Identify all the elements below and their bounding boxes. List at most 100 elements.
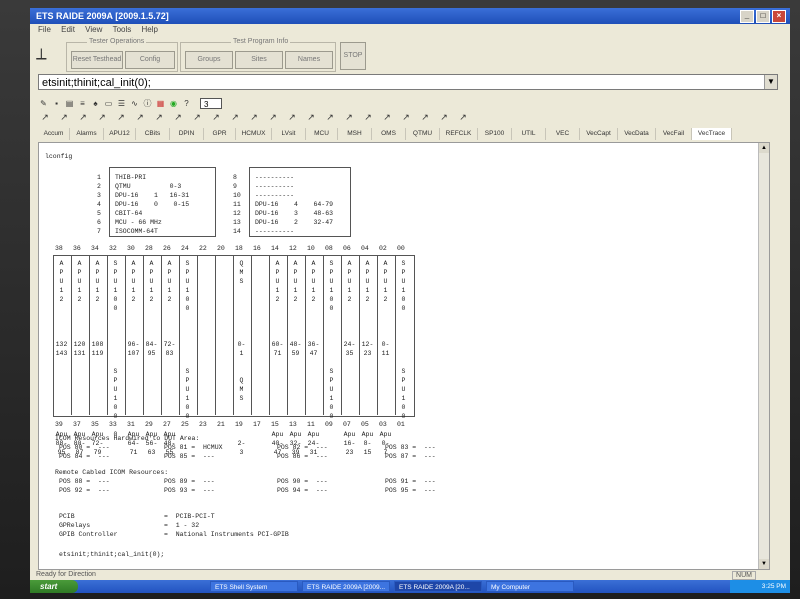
taskbar-item-raide-1[interactable]: ETS RAIDE 2009A [2009... xyxy=(302,581,390,592)
arrow-icon[interactable]: ↗ xyxy=(437,112,451,126)
folder-icon[interactable]: ▭ xyxy=(103,98,114,109)
taskbar-item-my-computer[interactable]: My Computer xyxy=(486,581,574,592)
maximize-button[interactable]: □ xyxy=(756,10,770,23)
arrow-icon[interactable]: ↗ xyxy=(95,112,109,126)
arrow-icon[interactable]: ↗ xyxy=(399,112,413,126)
taskbar: start ETS Shell System ETS RAIDE 2009A [… xyxy=(30,580,790,593)
bottom-position-number: 15 xyxy=(271,421,279,428)
groups-button[interactable]: Groups xyxy=(185,51,233,69)
tab-msh[interactable]: MSH xyxy=(338,128,372,140)
arrow-icon[interactable]: ↗ xyxy=(133,112,147,126)
monitor-bezel: ETS RAIDE 2009A [2009.1.5.72] _ □ × File… xyxy=(0,0,800,599)
arrow-icon[interactable]: ↗ xyxy=(209,112,223,126)
tab-vecfail[interactable]: VecFail xyxy=(656,128,692,140)
arrow-icon[interactable]: ↗ xyxy=(228,112,242,126)
top-position-number: 00 xyxy=(397,245,405,252)
site-select[interactable]: 3 xyxy=(200,97,222,109)
spade-icon[interactable]: ♠ xyxy=(90,98,101,109)
arrow-icon[interactable]: ↗ xyxy=(171,112,185,126)
title-bar: ETS RAIDE 2009A [2009.1.5.72] _ □ × xyxy=(30,8,790,24)
start-button[interactable]: start xyxy=(30,580,78,593)
tab-cbits[interactable]: CBits xyxy=(136,128,170,140)
tab-refclk[interactable]: REFCLK xyxy=(440,128,478,140)
menu-view[interactable]: View xyxy=(85,25,102,34)
tab-vec[interactable]: VEC xyxy=(546,128,580,140)
menu-file[interactable]: File xyxy=(38,25,51,34)
tab-accum[interactable]: Accum xyxy=(38,128,70,140)
slot-divider xyxy=(179,255,180,415)
tab-vectrace[interactable]: VecTrace xyxy=(692,128,732,140)
minimize-button[interactable]: _ xyxy=(740,10,754,23)
save-icon[interactable]: ▪ xyxy=(51,98,62,109)
pencil-icon[interactable]: ✎ xyxy=(38,98,49,109)
list-icon[interactable]: ☰ xyxy=(116,98,127,109)
stack-icon[interactable]: ≡ xyxy=(77,98,88,109)
app-logo-icon: ⟂ xyxy=(36,46,47,63)
arrow-icon[interactable]: ↗ xyxy=(266,112,280,126)
output-pane[interactable]: lconfig 1 2 3 4 5 6 7 THIB-PRI QTMU 0-3 … xyxy=(38,142,770,570)
tab-util[interactable]: UTIL xyxy=(512,128,546,140)
arrow-icon[interactable]: ↗ xyxy=(114,112,128,126)
config-button[interactable]: Config xyxy=(125,51,175,69)
tab-sp100[interactable]: SP100 xyxy=(478,128,512,140)
arrow-icon[interactable]: ↗ xyxy=(152,112,166,126)
bottom-position-number: 03 xyxy=(379,421,387,428)
taskbar-item-raide-2[interactable]: ETS RAIDE 2009A [20... xyxy=(394,581,482,592)
menu-tools[interactable]: Tools xyxy=(113,25,132,34)
vertical-scrollbar[interactable]: ▲ ▼ xyxy=(758,143,769,569)
arrow-icon[interactable]: ↗ xyxy=(304,112,318,126)
top-position-number: 36 xyxy=(73,245,81,252)
reset-testhead-button[interactable]: Reset Testhead xyxy=(71,51,123,69)
tab-oms[interactable]: OMS xyxy=(372,128,406,140)
tab-hcmux[interactable]: HCMUX xyxy=(236,128,272,140)
wave-icon[interactable]: ∿ xyxy=(129,98,140,109)
menu-bar: File Edit View Tools Help xyxy=(30,25,790,37)
top-position-number: 38 xyxy=(55,245,63,252)
arrow-icon[interactable]: ↗ xyxy=(38,112,52,126)
taskbar-item-shell[interactable]: ETS Shell System xyxy=(210,581,298,592)
arrow-icon[interactable]: ↗ xyxy=(323,112,337,126)
help-icon[interactable]: ? xyxy=(181,98,192,109)
color-icon[interactable]: ◉ xyxy=(168,98,179,109)
arrow-icon[interactable]: ↗ xyxy=(456,112,470,126)
info-icon[interactable]: ⓘ xyxy=(142,98,153,109)
menu-edit[interactable]: Edit xyxy=(61,25,75,34)
slot-column: S P U 1 0 0 S P U 1 0 0 xyxy=(329,260,334,420)
stop-button[interactable]: STOP xyxy=(340,42,366,70)
arrow-icon[interactable]: ↗ xyxy=(342,112,356,126)
chart-icon[interactable]: ▦ xyxy=(155,98,166,109)
tab-lvsit[interactable]: LVsit xyxy=(272,128,306,140)
names-button[interactable]: Names xyxy=(285,51,333,69)
tab-gpr[interactable]: GPR xyxy=(204,128,236,140)
chevron-down-icon[interactable]: ▼ xyxy=(764,75,777,89)
slot-divider xyxy=(89,255,90,415)
tab-dpin[interactable]: DPIN xyxy=(170,128,204,140)
tab-alarms[interactable]: Alarms xyxy=(70,128,104,140)
tab-mcu[interactable]: MCU xyxy=(306,128,338,140)
arrow-icon[interactable]: ↗ xyxy=(57,112,71,126)
arrow-icon[interactable]: ↗ xyxy=(380,112,394,126)
arrow-icon[interactable]: ↗ xyxy=(76,112,90,126)
right-entries: ---------- ---------- ---------- DPU-16 … xyxy=(255,174,334,235)
command-input[interactable]: etsinit;thinit;cal_init(0); ▼ xyxy=(38,74,778,90)
print-icon[interactable]: ▤ xyxy=(64,98,75,109)
scroll-down-icon[interactable]: ▼ xyxy=(759,559,769,569)
arrow-icon[interactable]: ↗ xyxy=(247,112,261,126)
scroll-up-icon[interactable]: ▲ xyxy=(759,143,769,153)
icom-hardwired-title: ICOM Resources Hardwired to DUT Area: xyxy=(55,435,200,442)
close-button[interactable]: × xyxy=(772,10,786,23)
bottom-position-number: 13 xyxy=(289,421,297,428)
arrow-icon[interactable]: ↗ xyxy=(285,112,299,126)
slot-divider xyxy=(125,255,126,415)
menu-help[interactable]: Help xyxy=(142,25,158,34)
arrow-icon[interactable]: ↗ xyxy=(190,112,204,126)
icom-position: POS 84 = --- xyxy=(59,453,110,460)
icom-position: POS 82 = --- xyxy=(277,444,328,451)
sites-button[interactable]: Sites xyxy=(235,51,283,69)
tab-qtmu[interactable]: QTMU xyxy=(406,128,440,140)
tab-apu12[interactable]: APU12 xyxy=(104,128,136,140)
arrow-icon[interactable]: ↗ xyxy=(361,112,375,126)
tab-vecdata[interactable]: VecData xyxy=(618,128,656,140)
tab-veccapt[interactable]: VecCapt xyxy=(580,128,618,140)
arrow-icon[interactable]: ↗ xyxy=(418,112,432,126)
